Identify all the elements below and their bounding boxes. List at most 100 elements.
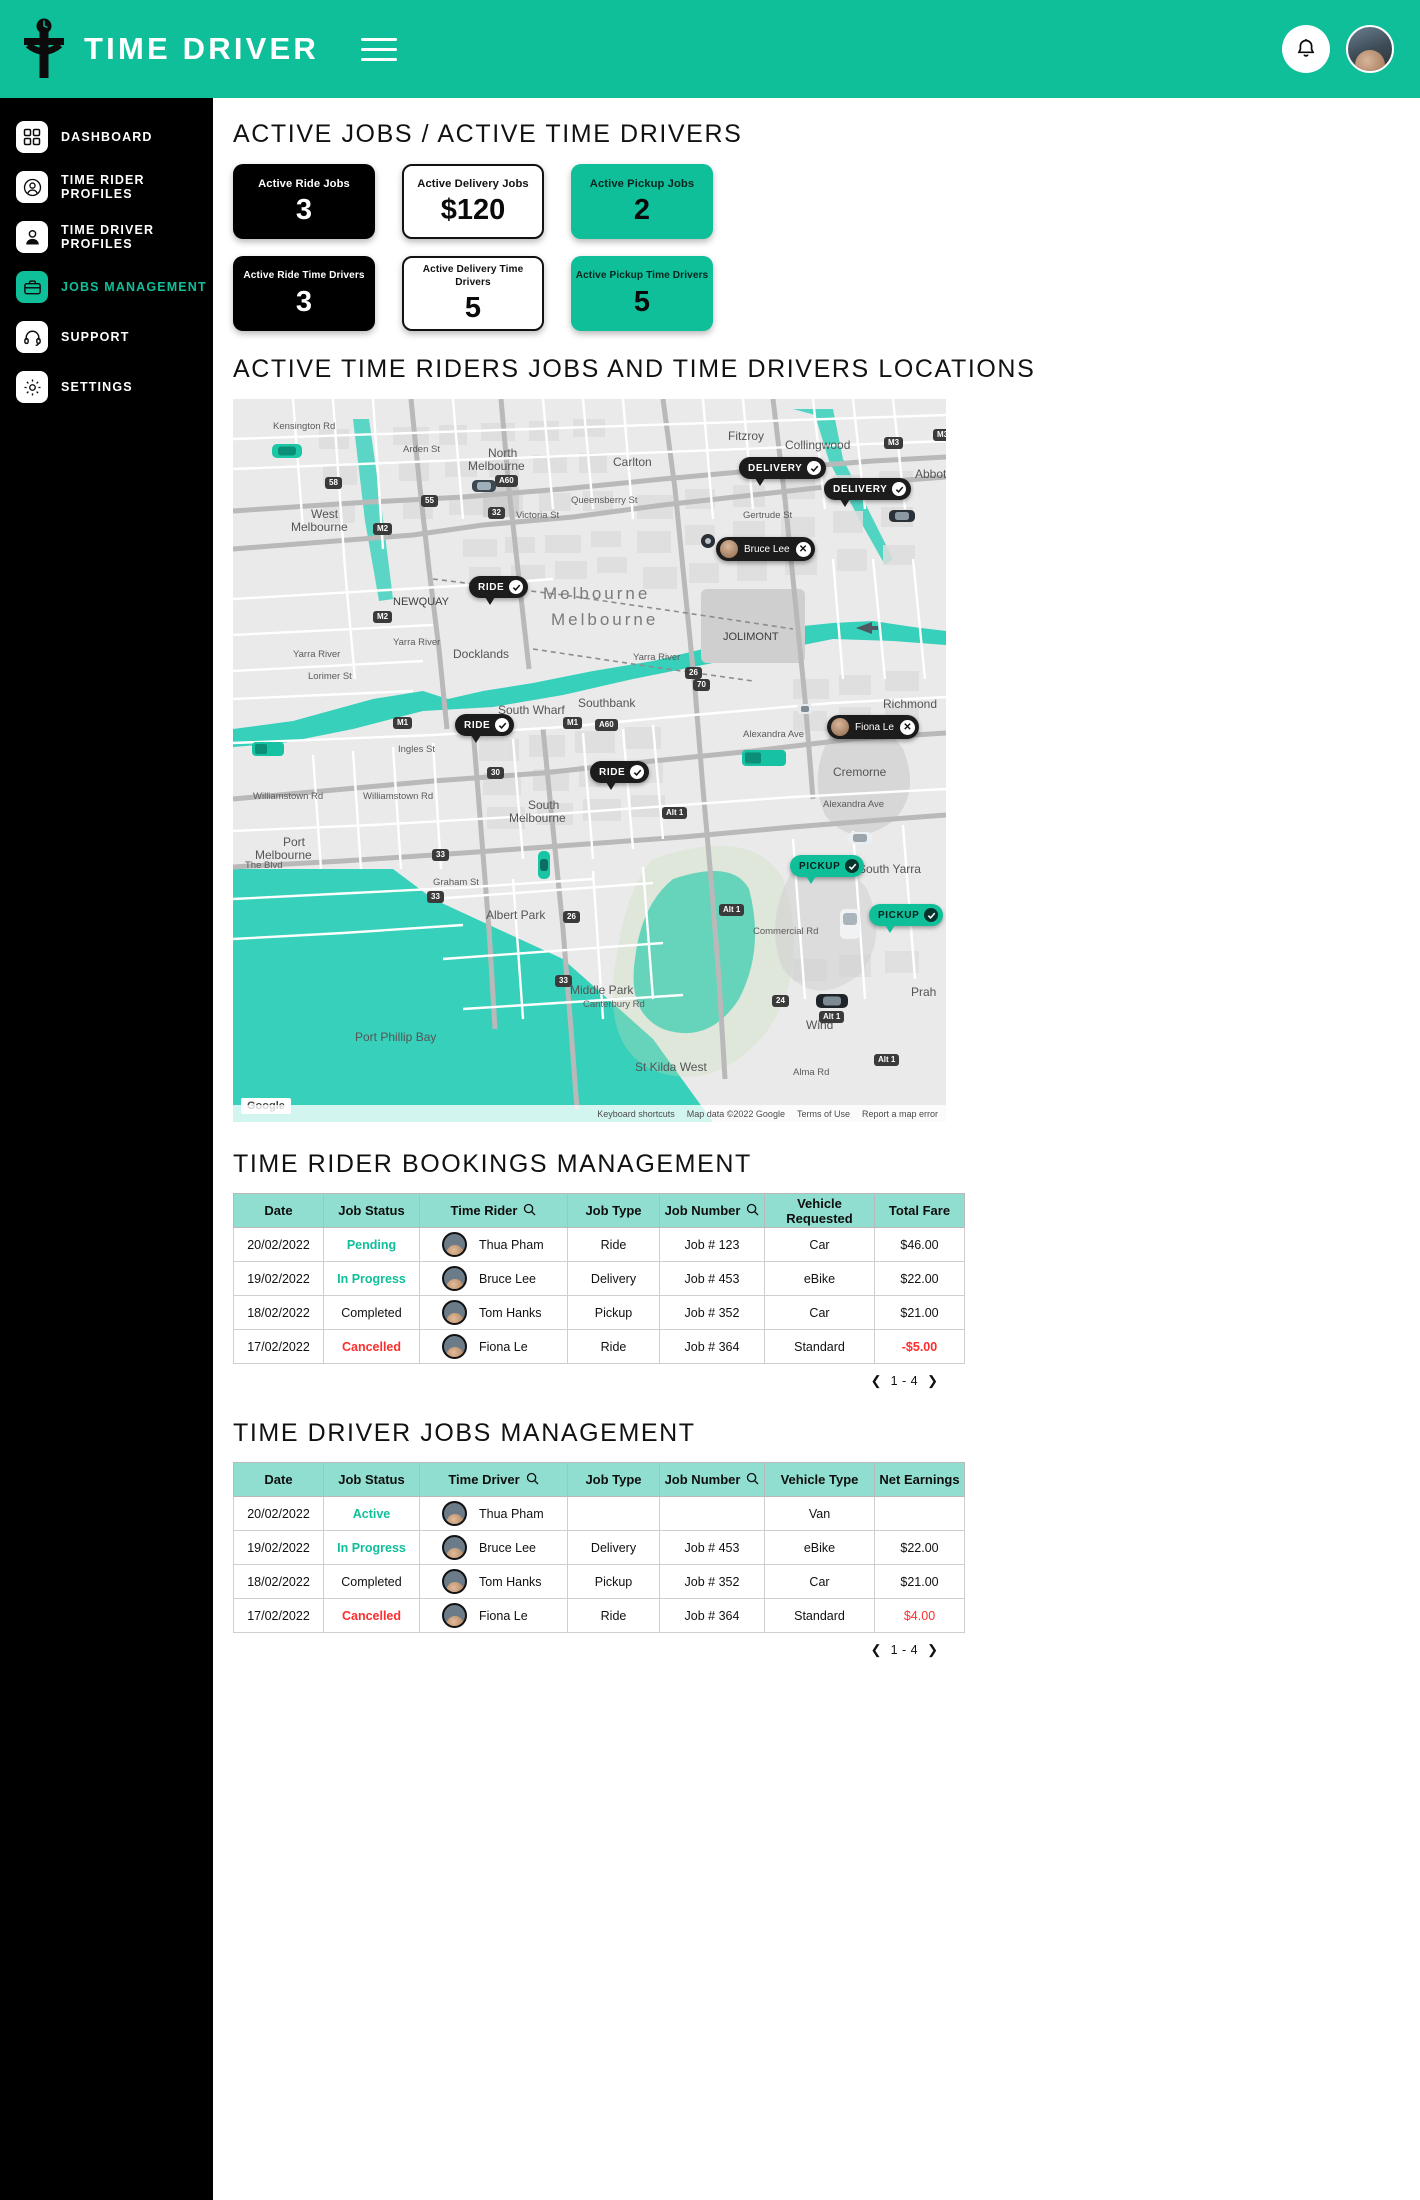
terms-of-use-link[interactable]: Terms of Use xyxy=(797,1109,850,1119)
prev-page-button[interactable]: ❮ xyxy=(871,1373,882,1389)
search-icon[interactable] xyxy=(523,1203,536,1219)
table-row[interactable]: 18/02/2022 Completed Tom Hanks Pickup Jo… xyxy=(233,1564,965,1599)
keyboard-shortcuts-link[interactable]: Keyboard shortcuts xyxy=(597,1109,675,1119)
cell-job-number xyxy=(659,1496,765,1531)
time-driver-logo-icon xyxy=(18,18,70,80)
cell-time-rider: Tom Hanks xyxy=(419,1295,568,1330)
column-header-vehicle-type[interactable]: Vehicle Type xyxy=(764,1462,875,1497)
close-icon[interactable]: ✕ xyxy=(795,541,811,557)
cell-date: 19/02/2022 xyxy=(233,1261,324,1296)
map-marker-driver-bruce-lee[interactable]: Bruce Lee ✕ xyxy=(716,537,815,561)
sidebar-item-label: SETTINGS xyxy=(61,380,133,394)
cell-total-fare: $22.00 xyxy=(874,1261,965,1296)
map-marker-delivery[interactable]: DELIVERY xyxy=(739,457,827,486)
sidebar-item-time-driver-profiles[interactable]: TIME DRIVER PROFILES xyxy=(0,212,213,262)
column-header-date[interactable]: Date xyxy=(233,1462,324,1497)
hamburger-icon[interactable] xyxy=(361,37,397,61)
close-icon[interactable]: ✕ xyxy=(899,719,915,735)
prev-page-button[interactable]: ❮ xyxy=(871,1642,882,1658)
column-header-time-driver[interactable]: Time Driver xyxy=(419,1462,568,1497)
column-header-job-type[interactable]: Job Type xyxy=(567,1462,660,1497)
column-header-job-type[interactable]: Job Type xyxy=(567,1193,660,1228)
report-map-error-link[interactable]: Report a map error xyxy=(862,1109,938,1119)
road-shield: 33 xyxy=(555,975,572,987)
map-marker-ride[interactable]: RIDE xyxy=(455,714,515,743)
stat-card-active-pickup-jobs[interactable]: Active Pickup Jobs 2 xyxy=(571,164,713,239)
stat-card-active-pickup-time-drivers[interactable]: Active Pickup Time Drivers 5 xyxy=(571,256,713,331)
map-marker-driver-fiona-le[interactable]: Fiona Le ✕ xyxy=(827,715,919,739)
cell-date: 18/02/2022 xyxy=(233,1295,324,1330)
sidebar-item-dashboard[interactable]: DASHBOARD xyxy=(0,112,213,162)
cell-job-status: Cancelled xyxy=(323,1598,420,1633)
check-icon xyxy=(892,482,907,496)
stat-card-active-ride-jobs[interactable]: Active Ride Jobs 3 xyxy=(233,164,375,239)
table-row[interactable]: 20/02/2022 Pending Thua Pham Ride Job # … xyxy=(233,1227,965,1262)
stat-card-active-delivery-jobs[interactable]: Active Delivery Jobs $120 xyxy=(402,164,544,239)
search-icon[interactable] xyxy=(526,1472,539,1488)
jobs-locations-map[interactable]: Melbourne Melbourne North Melbourne West… xyxy=(233,399,946,1122)
brand-title: TIME DRIVER xyxy=(84,31,319,66)
map-marker-label: RIDE xyxy=(478,581,505,593)
column-header-total-fare[interactable]: Total Fare xyxy=(874,1193,965,1228)
vehicle-marker-car-dark xyxy=(815,991,849,1016)
search-icon[interactable] xyxy=(746,1472,759,1488)
sidebar-item-support[interactable]: SUPPORT xyxy=(0,312,213,362)
sidebar: DASHBOARD TIME RIDER PROFILES TIME DRIVE… xyxy=(0,98,213,2200)
avatar xyxy=(442,1501,467,1526)
cell-job-type: Delivery xyxy=(567,1530,660,1565)
map-label: Yarra River xyxy=(633,652,681,663)
sidebar-item-settings[interactable]: SETTINGS xyxy=(0,362,213,412)
column-header-job-status[interactable]: Job Status xyxy=(323,1193,420,1228)
column-header-job-number[interactable]: Job Number xyxy=(659,1193,765,1228)
table-row[interactable]: 19/02/2022 In Progress Bruce Lee Deliver… xyxy=(233,1261,965,1296)
stat-card-value: 3 xyxy=(295,194,313,227)
cell-net-earnings: $21.00 xyxy=(874,1564,965,1599)
table-row[interactable]: 17/02/2022 Cancelled Fiona Le Ride Job #… xyxy=(233,1329,965,1364)
map-label: NEWQUAY xyxy=(393,596,450,608)
map-marker-ride[interactable]: RIDE xyxy=(590,761,650,790)
table-row[interactable]: 17/02/2022 Cancelled Fiona Le Ride Job #… xyxy=(233,1598,965,1633)
column-header-job-number[interactable]: Job Number xyxy=(659,1462,765,1497)
cell-job-number: Job # 453 xyxy=(659,1261,765,1296)
check-icon xyxy=(509,580,524,594)
avatar[interactable] xyxy=(1346,25,1394,73)
map-marker-pickup[interactable]: PICKUP xyxy=(869,904,944,933)
cell-vehicle-type: Standard xyxy=(764,1598,875,1633)
headset-icon xyxy=(16,321,48,353)
map-label: Abbots xyxy=(915,467,946,481)
cell-time-driver: Bruce Lee xyxy=(419,1530,568,1565)
notification-bell-icon[interactable] xyxy=(1282,25,1330,73)
table-row[interactable]: 18/02/2022 Completed Tom Hanks Pickup Jo… xyxy=(233,1295,965,1330)
sidebar-item-jobs-management[interactable]: JOBS MANAGEMENT xyxy=(0,262,213,312)
road-shield: M1 xyxy=(563,717,583,729)
next-page-button[interactable]: ❯ xyxy=(927,1373,938,1389)
map-label: JOLIMONT xyxy=(723,631,779,643)
search-icon[interactable] xyxy=(746,1203,759,1219)
sidebar-item-label: TIME DRIVER PROFILES xyxy=(61,223,155,251)
map-label: Richmond xyxy=(883,697,938,711)
cell-job-status: In Progress xyxy=(323,1261,420,1296)
map-marker-delivery[interactable]: DELIVERY xyxy=(824,478,912,507)
next-page-button[interactable]: ❯ xyxy=(927,1642,938,1658)
stat-card-active-delivery-time-drivers[interactable]: Active Delivery Time Drivers 5 xyxy=(402,256,544,331)
cell-job-number: Job # 364 xyxy=(659,1598,765,1633)
column-header-net-earnings[interactable]: Net Earnings xyxy=(874,1462,965,1497)
map-label: Collingwood xyxy=(785,438,851,452)
column-header-vehicle-requested[interactable]: Vehicle Requested xyxy=(764,1193,875,1228)
map-marker-pickup[interactable]: PICKUP xyxy=(790,855,865,884)
stat-cards-row-drivers: Active Ride Time Drivers 3 Active Delive… xyxy=(233,256,1420,331)
avatar xyxy=(831,718,849,736)
cell-date: 20/02/2022 xyxy=(233,1227,324,1262)
table-row[interactable]: 19/02/2022 In Progress Bruce Lee Deliver… xyxy=(233,1530,965,1565)
column-header-time-rider[interactable]: Time Rider xyxy=(419,1193,568,1228)
map-marker-ride[interactable]: RIDE xyxy=(469,576,529,605)
sidebar-item-time-rider-profiles[interactable]: TIME RIDER PROFILES xyxy=(0,162,213,212)
stat-card-active-ride-time-drivers[interactable]: Active Ride Time Drivers 3 xyxy=(233,256,375,331)
column-header-job-status[interactable]: Job Status xyxy=(323,1462,420,1497)
table-row[interactable]: 20/02/2022 Active Thua Pham Van xyxy=(233,1496,965,1531)
road-shield: 30 xyxy=(487,767,504,779)
cell-net-earnings xyxy=(874,1496,965,1531)
column-header-date[interactable]: Date xyxy=(233,1193,324,1228)
road-shield: Alt 1 xyxy=(874,1054,900,1066)
cell-job-status: Completed xyxy=(323,1295,420,1330)
